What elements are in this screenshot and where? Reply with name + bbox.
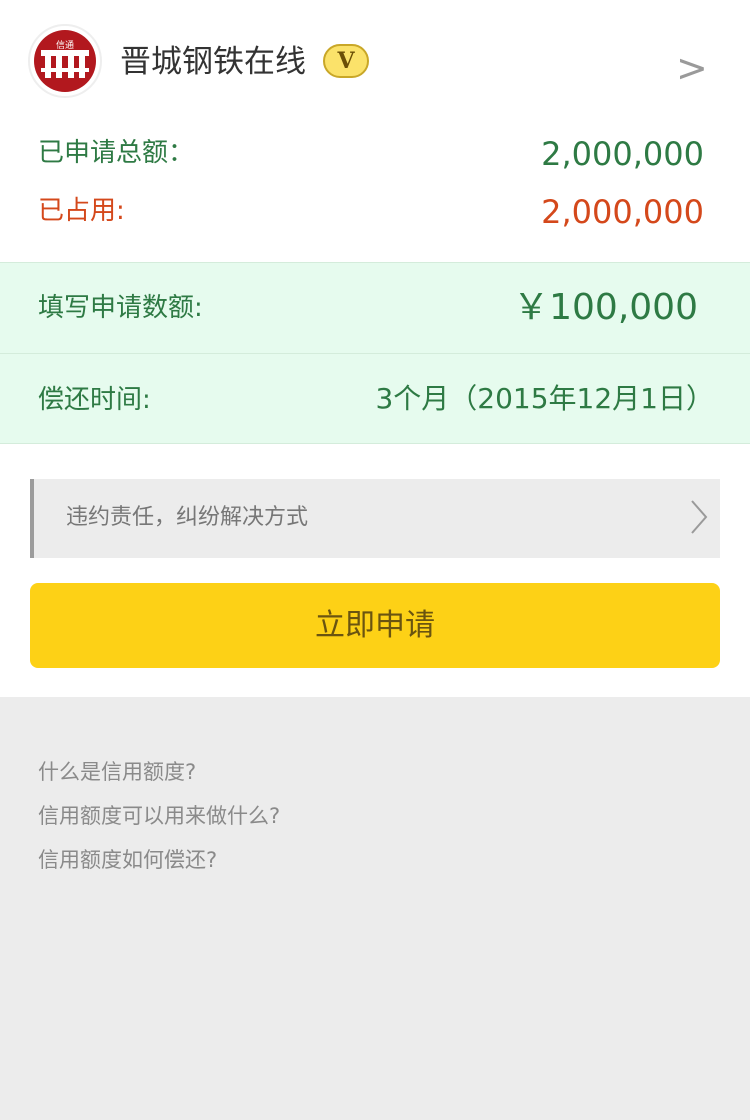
terms-label: 违约责任，纠纷解决方式 — [66, 505, 309, 530]
repay-label: 偿还时间: — [38, 385, 151, 415]
repay-time-select[interactable]: 3个月（2015年12月1日） — [375, 381, 714, 417]
chevron-right-icon[interactable]: > — [676, 46, 708, 90]
company-name: 晋城钢铁在线 — [120, 44, 306, 80]
faq-item[interactable]: 什么是信用额度? — [38, 750, 280, 794]
applied-total-value: 2,000,000 — [541, 135, 704, 173]
amount-input[interactable]: ￥100,000 — [513, 285, 698, 331]
logo-lettering: 信通 — [56, 39, 74, 51]
faq-item[interactable]: 信用额度可以用来做什么? — [38, 794, 280, 838]
divider — [0, 353, 750, 354]
company-logo: 信通 — [28, 24, 102, 98]
application-panel: 填写申请数额: ￥100,000 偿还时间: 3个月（2015年12月1日） — [0, 262, 750, 444]
vip-badge: V — [323, 44, 369, 78]
faq-item[interactable]: 信用额度如何偿还? — [38, 838, 280, 882]
applied-total-label: 已申请总额： — [38, 138, 195, 168]
amount-label: 填写申请数额: — [38, 293, 203, 323]
company-header[interactable]: 信通 晋城钢铁在线 V > — [0, 0, 750, 120]
occupied-value: 2,000,000 — [541, 193, 704, 231]
chevron-right-icon — [691, 500, 708, 534]
terms-link[interactable]: 违约责任，纠纷解决方式 — [30, 479, 720, 558]
occupied-label: 已占用: — [38, 196, 125, 226]
apply-button[interactable]: 立即申请 — [30, 583, 720, 668]
faq-list: 什么是信用额度? 信用额度可以用来做什么? 信用额度如何偿还? — [38, 750, 280, 882]
